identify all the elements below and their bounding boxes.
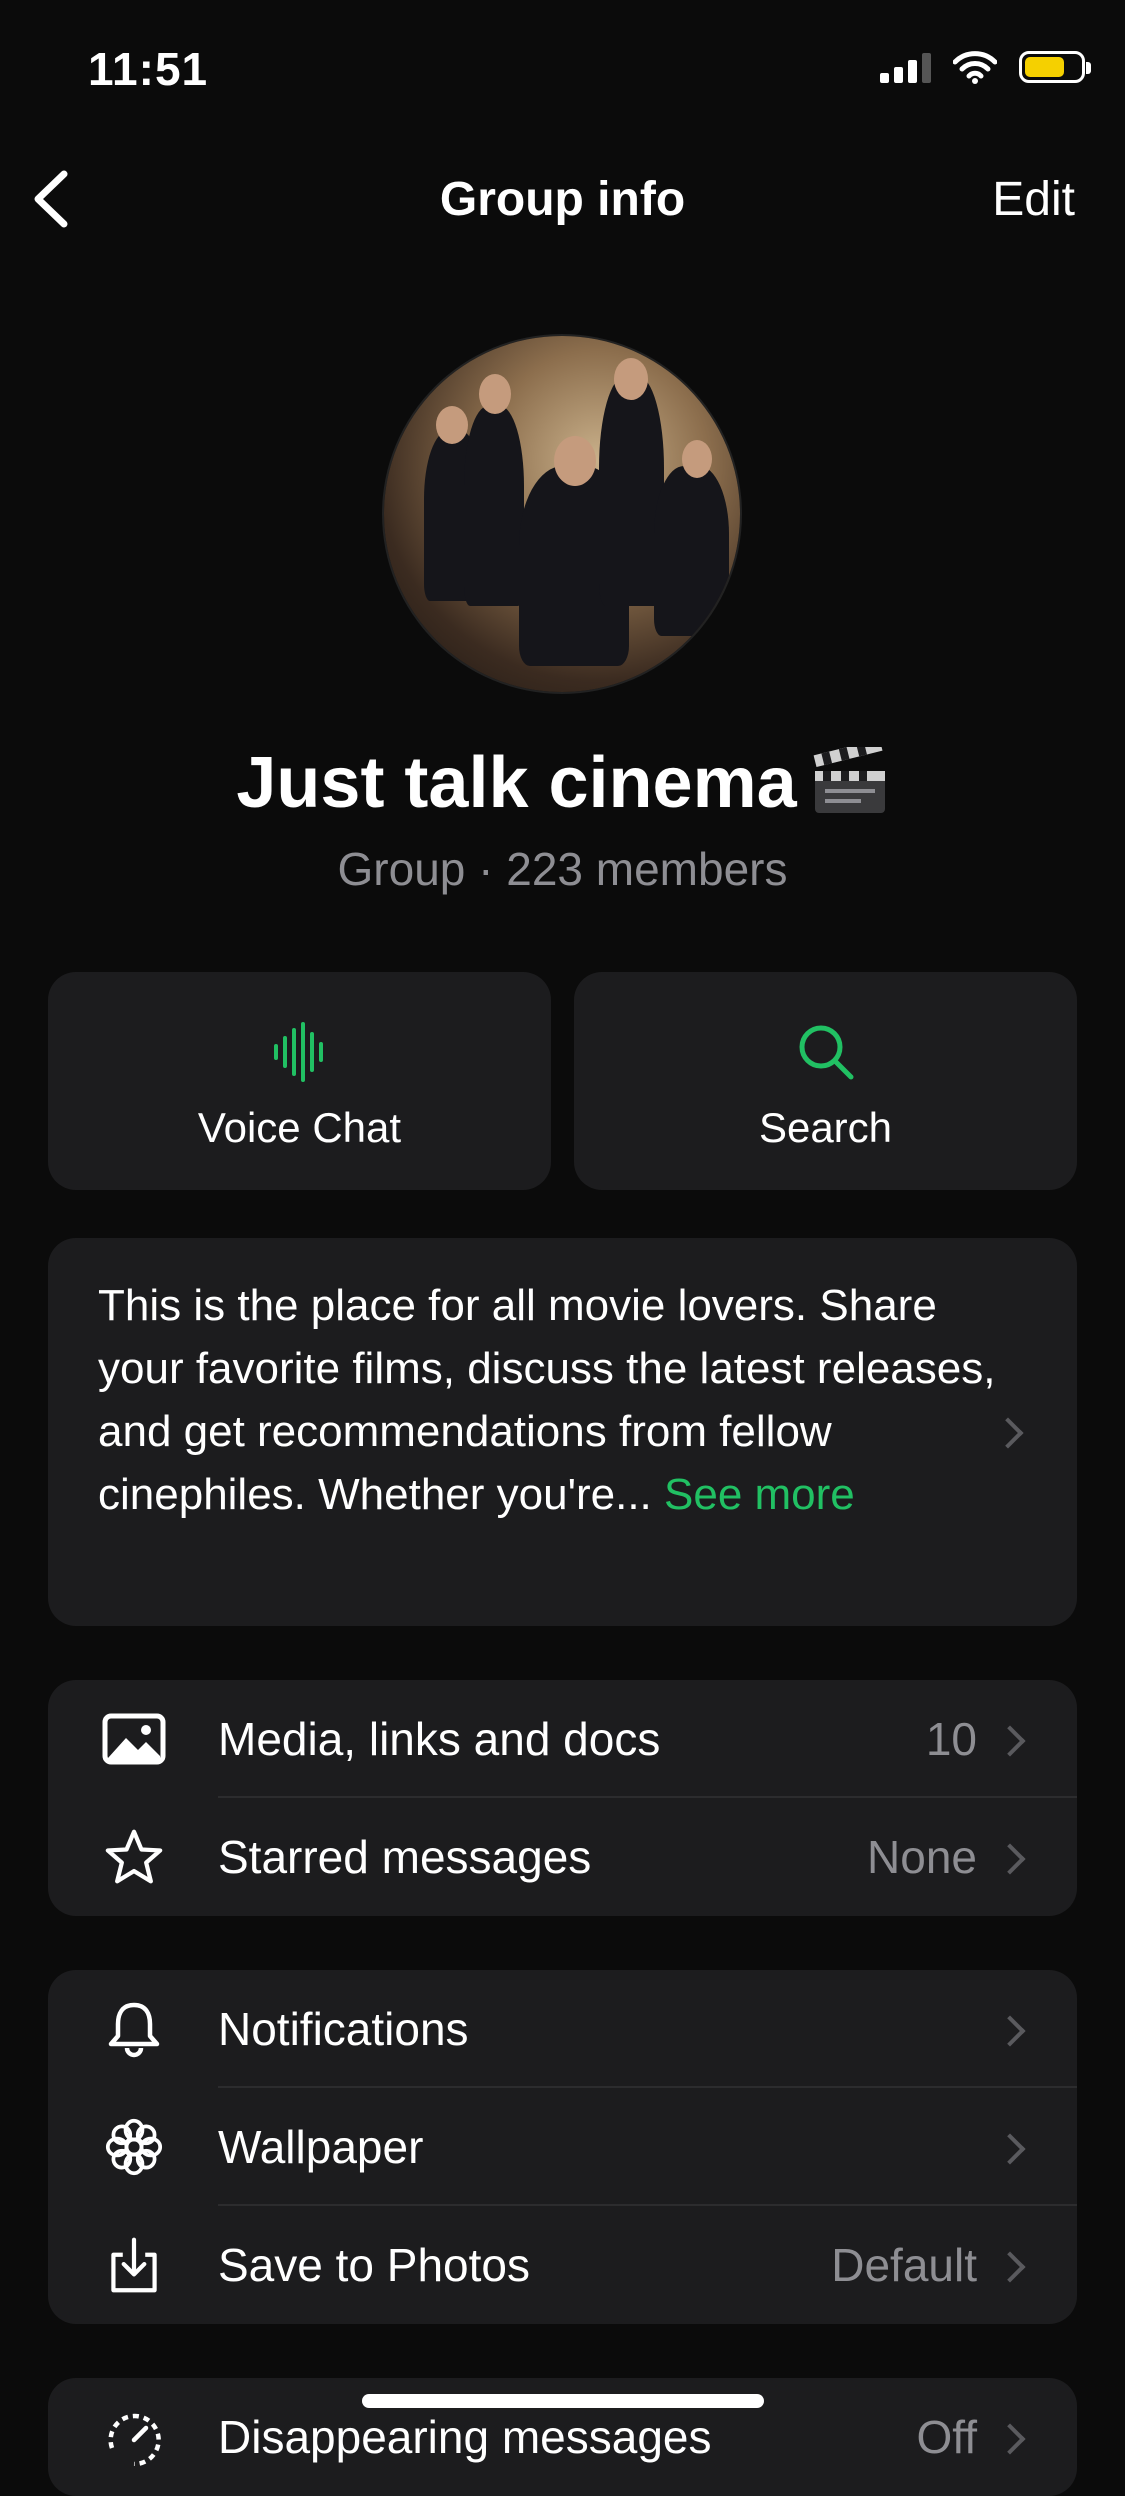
voice-chat-label: Voice Chat (197, 1104, 402, 1151)
search-button[interactable]: Search (574, 972, 1077, 1190)
status-time: 11:51 (88, 43, 209, 95)
list-item-label: Save to Photos (218, 2239, 530, 2291)
group-name-text: Just talk cinema (236, 743, 797, 823)
clapperboard-icon (811, 738, 889, 815)
list-item-label: Starred messages (218, 1831, 592, 1883)
search-icon (799, 1025, 853, 1080)
home-indicator[interactable] (362, 2394, 764, 2408)
list-item-save-to-photos[interactable]: Save to Photos Default (48, 2206, 1077, 2324)
group-subtitle: Group · 223 members (337, 843, 788, 895)
list-item-label: Wallpaper (218, 2121, 424, 2173)
description-text: This is the place for all movie lovers. … (98, 1274, 998, 1526)
list-item-media[interactable]: Media, links and docs 10 (48, 1680, 1077, 1798)
list-item-value: Default (831, 2239, 977, 2291)
list-item-label: Notifications (218, 2003, 469, 2055)
voice-chat-button[interactable]: Voice Chat (48, 972, 551, 1190)
group-description[interactable]: This is the place for all movie lovers. … (48, 1238, 1077, 1626)
list-item-value: None (867, 1831, 977, 1883)
group-name: Just talk cinema (0, 738, 1125, 824)
cellular-signal-icon (880, 51, 931, 83)
media-list-group: Media, links and docs 10 Starred message… (48, 1680, 1077, 1916)
chevron-right-icon (994, 1725, 1026, 1757)
list-item-wallpaper[interactable]: Wallpaper (48, 2088, 1077, 2206)
chevron-right-icon (994, 2015, 1026, 2047)
settings-list-group: Notifications Wallpaper Save to Photos D… (48, 1970, 1077, 2324)
list-item-notifications[interactable]: Notifications (48, 1970, 1077, 2088)
chevron-right-icon (994, 2251, 1026, 2283)
description-body: This is the place for all movie lovers. … (98, 1281, 996, 1519)
chevron-right-icon (994, 2423, 1026, 2455)
list-item-value: 10 (925, 1713, 977, 1765)
image-icon (102, 1713, 166, 1765)
star-icon (105, 1829, 163, 1884)
edit-button[interactable]: Edit (992, 172, 1075, 227)
battery-icon (1019, 51, 1091, 83)
see-more-link[interactable]: See more (664, 1470, 855, 1519)
flower-icon (105, 2118, 163, 2176)
bell-icon (108, 2002, 160, 2058)
status-icons (880, 50, 1091, 84)
list-item-starred[interactable]: Starred messages None (48, 1798, 1077, 1916)
group-avatar[interactable] (384, 336, 740, 692)
search-label: Search (758, 1104, 893, 1151)
list-item-value: Off (916, 2411, 977, 2463)
timer-icon (108, 2413, 161, 2466)
voice-waveform-icon (273, 1022, 323, 1082)
list-item-label: Disappearing messages (218, 2411, 712, 2463)
page-title: Group info (439, 173, 686, 226)
chevron-right-icon (994, 2133, 1026, 2165)
chevron-right-icon (994, 1843, 1026, 1875)
wifi-icon (953, 51, 997, 84)
list-item-label: Media, links and docs (218, 1713, 661, 1765)
download-icon (111, 2237, 157, 2293)
